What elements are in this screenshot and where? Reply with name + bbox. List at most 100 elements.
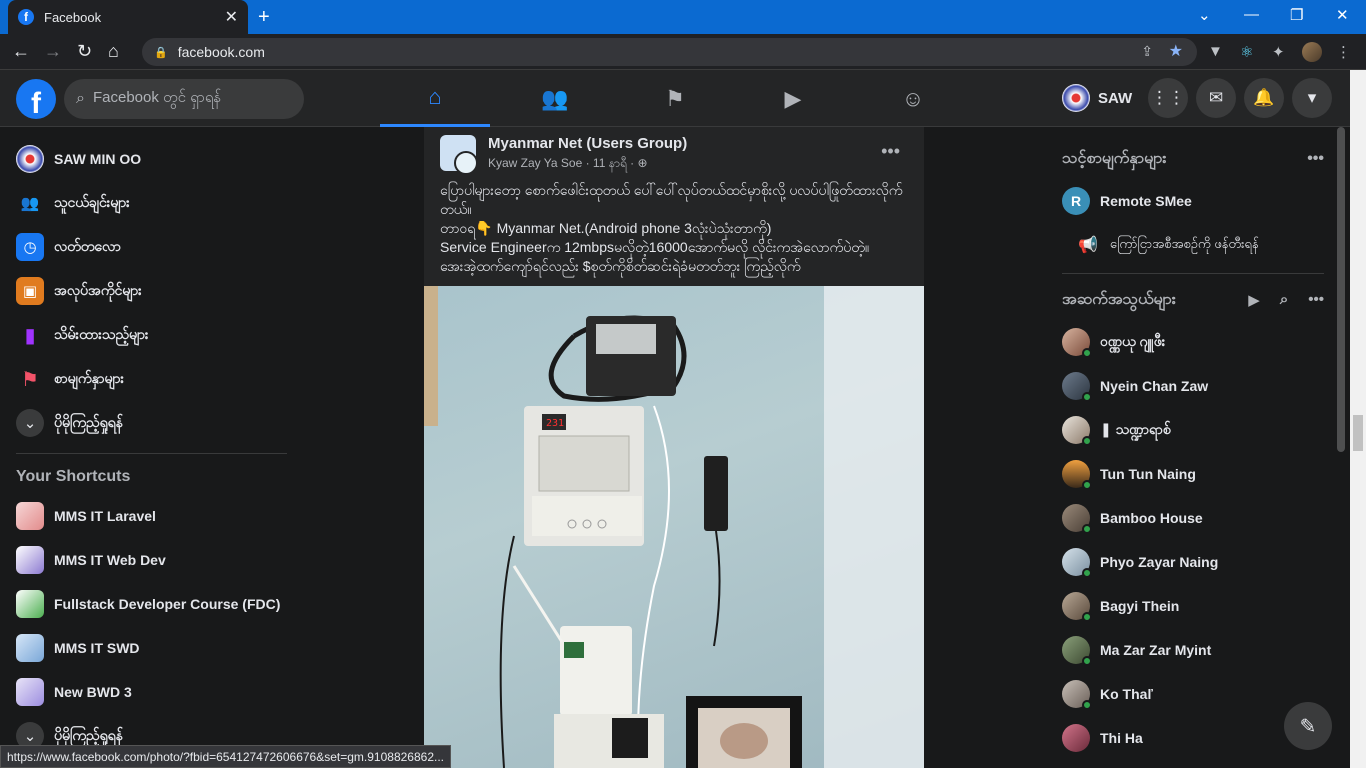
shortcut-item[interactable]: MMS IT Laravel [8,494,292,538]
reload-icon[interactable]: ↻ [77,41,92,62]
tab-pages[interactable]: ⚑ [620,70,730,127]
menu-grid-button[interactable]: ⋮⋮ [1148,78,1188,118]
avatar [1062,680,1092,710]
forward-icon[interactable]: → [44,41,62,62]
post-photo[interactable]: 231 [424,286,924,768]
tab-groups[interactable]: ☺ [858,70,968,127]
photo-illustration: 231 [424,286,924,768]
profile-avatar [16,145,44,173]
more-options-icon[interactable]: ••• [1307,150,1324,168]
lock-icon: 🔒 [154,46,168,59]
online-status-icon [1082,612,1092,622]
left-sidebar: SAW MIN OO 👥 သူငယ်ချင်းများ ◷ လတ်တလော ▣ … [0,127,300,768]
contact-item[interactable]: Phyo Zayar Naing [1062,540,1324,584]
facebook-logo-icon[interactable]: f [16,79,56,119]
scrollbar-thumb[interactable] [1353,415,1363,451]
profile-button[interactable]: SAW [1062,84,1132,112]
new-message-button[interactable]: ✎ [1284,702,1332,750]
shortcut-item[interactable]: MMS IT Web Dev [8,538,292,582]
group-thumbnail [16,546,44,574]
sidebar-item-pages[interactable]: ⚑ စာမျက်နှာများ [8,357,292,401]
more-options-icon[interactable]: ••• [1308,291,1324,309]
react-devtools-icon[interactable]: ⚛ [1240,43,1253,61]
sidebar-item-see-more[interactable]: ⌄ ပိုမိုကြည့်ရှုရန် [8,401,292,445]
extension-v-icon[interactable]: ▼ [1208,43,1223,60]
group-avatar[interactable] [440,135,478,175]
sidebar-item-label: အလုပ်အကိုင်များ [54,281,142,298]
group-thumbnail [16,678,44,706]
post-options-icon[interactable]: ••• [881,141,900,162]
page-scrollbar[interactable] [1350,70,1366,768]
author-line[interactable]: Kyaw Zay Ya Soe · 11 နာရီ · [488,156,637,170]
sidebar-item-saved[interactable]: ▮ သိမ်းထားသည့်များ [8,313,292,357]
author-avatar[interactable] [454,151,478,175]
online-status-icon [1082,656,1092,666]
video-call-icon[interactable]: ▶ [1248,291,1260,309]
contact-item[interactable]: ဝဏ္ဏယု ဂျူဖီး [1062,320,1324,364]
tab-home[interactable]: ⌂ [380,70,490,127]
browser-profile-avatar[interactable] [1302,42,1322,62]
new-tab-button[interactable]: + [258,6,270,29]
bookmark-star-icon[interactable]: ★ [1169,41,1183,61]
group-thumbnail [16,502,44,530]
chrome-menu-icon[interactable]: ⋮ [1336,43,1351,61]
contact-item[interactable]: Ko Thaľ [1062,672,1324,716]
facebook-header: f ⌕ Facebook တွင် ရှာရန် ⌂ 👥 ⚑ ▶ ☺ SAW ⋮… [0,70,1366,127]
contact-item[interactable]: Bagyi Thein [1062,584,1324,628]
group-name-link[interactable]: Myanmar Net (Users Group) [488,135,687,152]
shortcut-item[interactable]: Fullstack Developer Course (FDC) [8,582,292,626]
avatar [1062,636,1092,666]
account-menu-button[interactable]: ▾ [1292,78,1332,118]
avatar [1062,372,1092,402]
right-sidebar: သင့်စာမျက်နှာများ ••• R Remote SMee 📢 ကြ… [1050,127,1336,768]
shortcut-label: ပိုမိုကြည့်ရှုရန် [54,726,123,743]
close-window-button[interactable]: ✕ [1336,6,1349,24]
create-promotion-link[interactable]: 📢 ကြော်ငြာအစီအစဉ်ကို ဖန်တီးရန် [1062,223,1324,267]
messenger-button[interactable]: ✉ [1196,78,1236,118]
globe-icon: ⊕ [637,156,648,170]
sidebar-item-jobs[interactable]: ▣ အလုပ်အကိုင်များ [8,269,292,313]
contact-item[interactable]: Nyein Chan Zaw [1062,364,1324,408]
post-line: ပြောပါများတော့ စောက်ဖေါင်းထုတယ် ပေါ်ပေါ်… [440,182,903,217]
contact-item[interactable]: Bamboo House [1062,496,1324,540]
group-thumbnail [16,590,44,618]
pages-heading: သင့်စာမျက်နှာများ [1062,150,1167,167]
page-item[interactable]: R Remote SMee [1062,179,1324,223]
share-icon[interactable]: ⇪ [1141,43,1153,60]
browser-toolbar: ← → ↻ ⌂ 🔒 facebook.com ⇪ ★ ▼ ⚛ ✦ ⋮ [0,34,1366,70]
browser-tab[interactable]: f Facebook ✕ [8,0,248,34]
minimize-button[interactable]: — [1244,6,1259,23]
group-thumbnail [16,634,44,662]
home-icon[interactable]: ⌂ [108,41,119,62]
restore-button[interactable]: ❐ [1290,6,1303,24]
tab-friends[interactable]: 👥 [500,70,610,127]
sidebar-item-friends[interactable]: 👥 သူငယ်ချင်းများ [8,181,292,225]
contact-name: Tun Tun Naing [1100,466,1196,482]
notifications-button[interactable]: 🔔 [1244,78,1284,118]
pages-heading-row: သင့်စာမျက်နှာများ ••• [1062,139,1324,179]
contact-item[interactable]: Tun Tun Naing [1062,452,1324,496]
sidebar-scrollbar[interactable] [1337,127,1345,452]
search-icon[interactable]: ⌕ [1280,291,1288,309]
contact-item[interactable]: Ma Zar Zar Myint [1062,628,1324,672]
post-line: Service Engineerက 12mbpsမလိုတဲ့16000အောက… [440,239,870,255]
shortcut-item[interactable]: New BWD 3 [8,670,292,714]
post-line: အေးအဲ့ထက်ကျော်ရင်လည်း $စုတ်ကိုစိတ်ဆင်းရဲ… [440,258,801,274]
extensions-puzzle-icon[interactable]: ✦ [1272,43,1285,61]
sidebar-item-label: သူငယ်ချင်းများ [54,193,130,210]
sidebar-item-profile[interactable]: SAW MIN OO [8,137,292,181]
friends-icon: 👥 [541,85,569,111]
shortcut-item[interactable]: MMS IT SWD [8,626,292,670]
back-icon[interactable]: ← [12,41,30,62]
contact-item[interactable]: ❚ သဏ္ဍာရာစ် [1062,408,1324,452]
online-status-icon [1082,348,1092,358]
address-bar[interactable]: 🔒 facebook.com ⇪ ★ [142,38,1197,66]
tab-watch[interactable]: ▶ [738,70,848,127]
avatar [1062,328,1092,358]
facebook-search-input[interactable]: ⌕ Facebook တွင် ရှာရန် [64,79,304,119]
close-tab-icon[interactable]: ✕ [225,7,238,27]
post-header: Myanmar Net (Users Group) Kyaw Zay Ya So… [440,135,687,175]
sidebar-item-recent[interactable]: ◷ လတ်တလော [8,225,292,269]
divider [16,453,287,454]
tab-search-icon[interactable]: ⌄ [1198,6,1211,24]
